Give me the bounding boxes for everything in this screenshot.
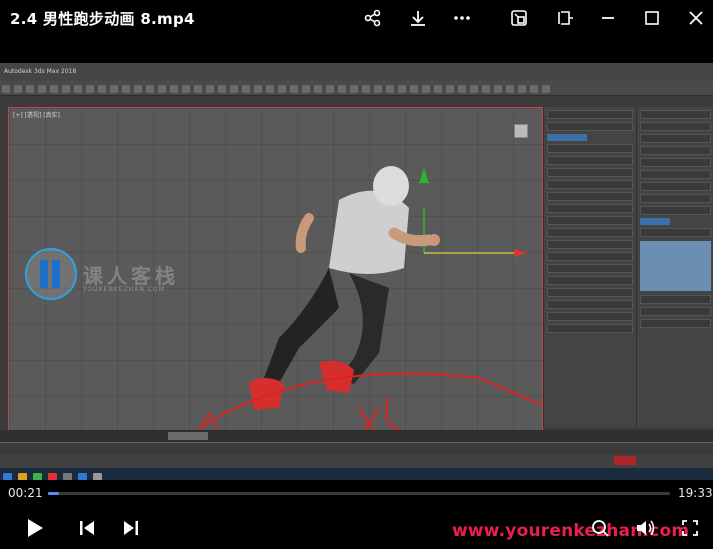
duration: 19:33 <box>678 486 713 500</box>
maximize-icon[interactable] <box>640 6 664 30</box>
video-frame[interactable]: Autodesk 3ds Max 2018 [+] [透视] [真实] 课人客栈… <box>0 63 713 480</box>
previous-icon[interactable] <box>73 514 101 542</box>
fullscreen-icon[interactable] <box>676 514 704 542</box>
next-icon[interactable] <box>117 514 145 542</box>
watermark-brand: 课人客栈 <box>83 264 179 288</box>
max-status-bar <box>0 454 713 468</box>
watermark-logo-icon <box>25 248 77 300</box>
picture-in-picture-icon[interactable] <box>507 6 531 30</box>
close-icon[interactable] <box>684 6 708 30</box>
play-icon[interactable] <box>20 514 48 542</box>
perspective-viewport: [+] [透视] [真实] 课人客栈 YOURENKEZHAN.COM <box>8 107 543 432</box>
video-title: 2.4 男性跑步动画 8.mp4 <box>10 10 195 28</box>
download-icon[interactable] <box>406 6 430 30</box>
max-app-title: Autodesk 3ds Max 2018 <box>4 68 77 75</box>
max-menu-bar: Autodesk 3ds Max 2018 <box>0 63 713 82</box>
player-controls: 00:21 19:33 www.yourenkezhan.com <box>0 480 713 549</box>
share-icon[interactable] <box>361 6 385 30</box>
side-panel <box>636 107 713 427</box>
minimize-icon[interactable] <box>596 6 620 30</box>
os-taskbar <box>0 468 713 480</box>
preview-thumbnail <box>640 241 711 291</box>
watermark-sub: YOURENKEZHAN.COM <box>83 286 165 293</box>
command-panel <box>543 107 636 427</box>
seek-bar-fill <box>48 492 60 495</box>
autokey-button <box>614 456 636 465</box>
seek-bar[interactable] <box>48 492 670 495</box>
volume-icon[interactable] <box>632 514 660 542</box>
time-slider-thumb <box>168 432 208 440</box>
search-icon[interactable] <box>586 514 614 542</box>
time-slider <box>0 430 713 442</box>
title-bar: 2.4 男性跑步动画 8.mp4 <box>0 0 713 36</box>
current-time: 00:21 <box>8 486 43 500</box>
more-icon[interactable] <box>450 6 474 30</box>
max-toolbar <box>0 81 713 96</box>
pin-icon[interactable] <box>553 6 577 30</box>
